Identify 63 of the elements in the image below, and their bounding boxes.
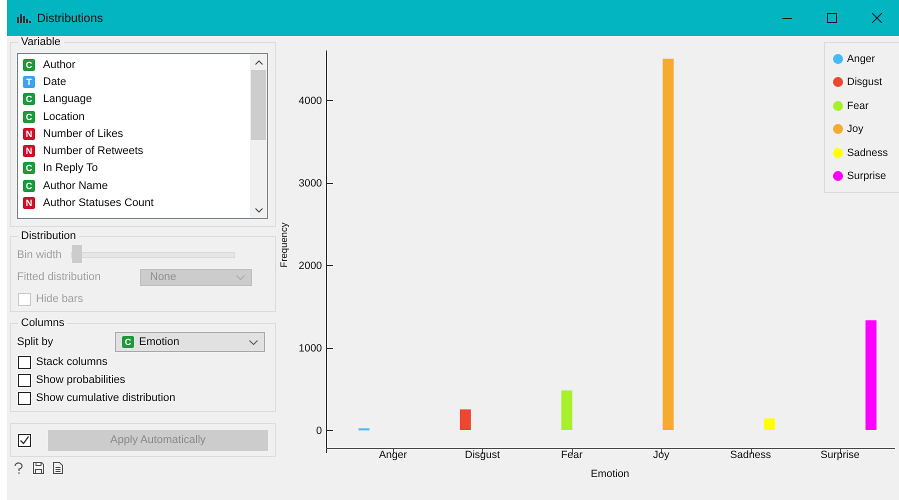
checkbox-label: Hide bars	[36, 293, 84, 305]
dropdown: None	[140, 268, 252, 286]
y-axis-title: Frequency	[279, 222, 290, 268]
help-icon[interactable]	[13, 462, 24, 474]
bar-chart-icon	[17, 13, 31, 23]
list-item[interactable]: Number of Retweets	[43, 145, 144, 158]
report-icon[interactable]	[53, 462, 63, 474]
legend-label: Disgust	[847, 76, 882, 88]
field-label: Split by	[17, 336, 54, 348]
save-icon[interactable]	[33, 462, 44, 474]
type-badge: C	[122, 336, 134, 348]
type-badge: C	[23, 93, 35, 106]
list-item[interactable]: Author Statuses Count	[43, 197, 154, 210]
legend-label: Joy	[847, 123, 864, 136]
legend-label: Anger	[847, 52, 876, 65]
list-item[interactable]: Author	[43, 58, 76, 71]
category-label: Anger	[378, 449, 408, 461]
type-badge: C	[23, 162, 35, 174]
list-item[interactable]: Language	[43, 93, 92, 106]
dropdown[interactable]: C Emotion	[115, 332, 265, 352]
tick-label: 4000	[298, 95, 322, 107]
type-badge: N	[23, 197, 35, 210]
checkbox-label: Stack columns	[36, 356, 108, 368]
type-badge: N	[23, 128, 35, 140]
type-badge: C	[23, 110, 35, 123]
list-item[interactable]: Location	[43, 110, 85, 123]
tick-label: 3000	[298, 178, 322, 190]
checkbox-label: Show probabilities	[36, 374, 126, 386]
group-title: Variable	[20, 36, 62, 48]
legend-label: Sadness	[847, 146, 888, 159]
type-badge: C	[23, 180, 35, 192]
checkbox[interactable]	[18, 356, 31, 368]
checkbox[interactable]	[18, 374, 31, 386]
window-title: Distributions	[37, 11, 104, 25]
field-label: Bin width	[17, 249, 63, 261]
category-label: Joy	[653, 449, 670, 461]
scrollbar[interactable]	[250, 54, 267, 218]
tick-label: 2000	[298, 260, 322, 272]
type-badge: C	[23, 58, 35, 71]
category-label: Disgust	[464, 449, 500, 461]
type-badge: N	[23, 145, 35, 158]
checkbox-label: Show cumulative distribution	[36, 392, 176, 404]
list-item[interactable]: Date	[43, 76, 66, 88]
type-badge: T	[23, 76, 35, 88]
legend-label: Surprise	[847, 170, 886, 182]
chevron-down-icon	[249, 340, 258, 344]
scroll-thumb[interactable]	[251, 70, 266, 140]
checkbox[interactable]	[18, 392, 31, 404]
x-axis-title: Emotion	[590, 468, 630, 480]
checkbox[interactable]	[18, 434, 31, 446]
category-label: Fear	[561, 449, 583, 461]
category-label: Surprise	[820, 449, 860, 461]
tick-label: 0	[316, 425, 322, 437]
group-title: Columns	[20, 317, 66, 329]
list-item[interactable]: Number of Likes	[43, 128, 124, 140]
chevron-down-icon	[236, 274, 245, 280]
list-item[interactable]: In Reply To	[43, 162, 98, 174]
category-label: Sadness	[730, 449, 772, 461]
tick-label: 1000	[298, 342, 322, 354]
list-item[interactable]: Author Name	[43, 180, 108, 192]
group-title: Distribution	[20, 230, 78, 242]
field-label: Fitted distribution	[17, 271, 102, 283]
legend-label: Fear	[847, 100, 869, 112]
